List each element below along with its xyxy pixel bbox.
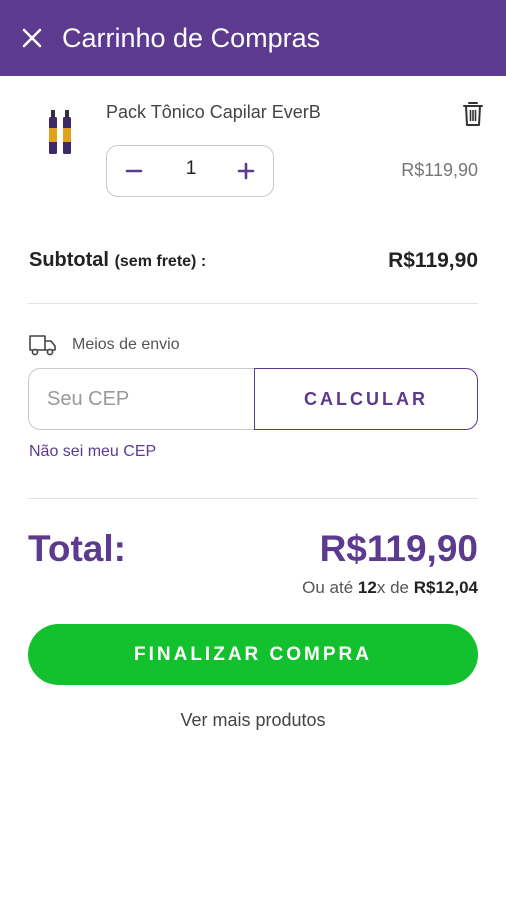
subtotal-note: (sem frete) : [114, 253, 207, 270]
subtotal-label: Subtotal (sem frete) : [29, 249, 206, 272]
divider [28, 303, 478, 304]
product-name: Pack Tônico Capilar EverB [106, 102, 321, 122]
divider [28, 498, 478, 499]
subtotal-text: Subtotal [29, 249, 109, 271]
checkout-button[interactable]: FINALIZAR COMPRA [28, 624, 478, 685]
shipping-label: Meios de envio [72, 336, 180, 353]
installments-count: 12 [357, 578, 377, 597]
quantity-stepper: 1 [106, 145, 274, 197]
subtotal-value: R$119,90 [388, 249, 478, 272]
increase-quantity-button[interactable] [229, 154, 263, 188]
truck-icon [28, 332, 58, 358]
product-bottles-icon [49, 110, 71, 154]
total-label: Total: [28, 528, 126, 569]
installments-amount: R$12,04 [413, 578, 478, 597]
decrease-quantity-button[interactable] [117, 154, 151, 188]
close-icon [22, 28, 42, 48]
calculate-shipping-button[interactable]: CALCULAR [254, 368, 478, 430]
installments-mid: x de [376, 578, 409, 597]
quantity-value: 1 [185, 158, 197, 179]
app-header: Carrinho de Compras [0, 0, 506, 76]
total-value: R$119,90 [319, 528, 478, 569]
unknown-cep-link[interactable]: Não sei meu CEP [29, 443, 156, 461]
close-button[interactable] [16, 22, 48, 54]
remove-item-button[interactable] [460, 100, 486, 128]
cep-input[interactable] [28, 368, 256, 430]
trash-icon [463, 102, 483, 126]
installments-prefix: Ou até [302, 578, 354, 597]
product-image [40, 108, 80, 158]
item-price: R$119,90 [401, 160, 478, 180]
minus-icon [125, 169, 143, 173]
plus-icon [237, 162, 255, 180]
installments-info: Ou até 12x de R$12,04 [302, 578, 478, 598]
more-products-link[interactable]: Ver mais produtos [0, 710, 506, 731]
page-title: Carrinho de Compras [62, 23, 321, 53]
truck-icon-svg [29, 335, 56, 356]
